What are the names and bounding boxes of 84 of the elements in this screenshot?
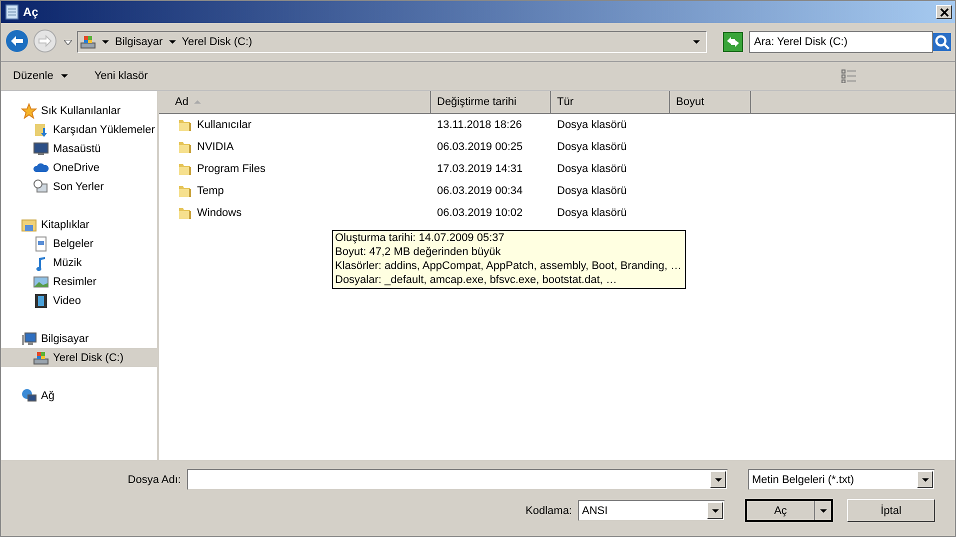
organize-menu[interactable]: Düzenle — [7, 68, 74, 84]
folder-icon — [177, 139, 193, 155]
notepad-icon — [4, 4, 20, 20]
monitor-icon — [33, 140, 49, 156]
sidebar-item[interactable]: Video — [1, 291, 157, 310]
sidebar-item[interactable]: OneDrive — [1, 158, 157, 177]
film-icon — [33, 292, 49, 308]
modified-date: 06.03.2019 00:25 — [437, 141, 523, 153]
file-name-field[interactable] — [187, 469, 728, 490]
file-name[interactable]: Kullanıcılar — [197, 119, 252, 131]
tooltip-line: Oluşturma tarihi: 14.07.2009 05:37 — [335, 231, 506, 245]
folder-icon — [177, 161, 193, 177]
encoding-label: Kodlama: — [526, 504, 572, 516]
file-type: Dosya klasörü — [557, 119, 627, 131]
clock-monitor-icon — [33, 178, 49, 194]
sidebar-item[interactable]: Ağ — [1, 386, 157, 405]
caret-icon — [714, 478, 722, 482]
download-folder-icon — [33, 122, 49, 138]
file-type: Dosya klasörü — [557, 141, 627, 153]
sidebar-item[interactable]: Masaüstü — [1, 139, 157, 158]
tooltip-line: Klasörler: addins, AppCompat, AppPatch, assembly, Boot, Branding, … — [335, 259, 682, 273]
computer-icon — [21, 330, 37, 346]
sidebar-item[interactable]: Müzik — [1, 253, 157, 272]
file-name[interactable]: Program Files — [197, 163, 266, 175]
tooltip-line: Boyut: 47,2 MB değerinden büyük — [335, 245, 502, 259]
drive-icon — [33, 350, 49, 366]
caret-icon — [168, 40, 176, 44]
search-field[interactable]: Ara: Yerel Disk (C:) — [749, 31, 933, 53]
window-title: Aç — [23, 5, 40, 19]
document-icon — [33, 236, 49, 252]
open-button[interactable]: Aç — [745, 499, 833, 522]
sort-arrow-icon — [194, 100, 202, 104]
column-header[interactable]: Tür — [551, 91, 670, 113]
new-folder-button[interactable]: Yeni klasör — [88, 68, 154, 84]
sidebar-item[interactable]: Resimler — [1, 272, 157, 291]
caret-icon — [61, 74, 68, 78]
breadcrumb-item[interactable]: Yerel Disk (C:) — [182, 36, 252, 48]
encoding-dropdown[interactable]: ANSI — [578, 500, 725, 521]
close-button[interactable] — [936, 5, 952, 19]
picture-icon — [33, 274, 49, 290]
sidebar-item[interactable]: Kitaplıklar — [1, 215, 157, 234]
sidebar-item[interactable]: Karşıdan Yüklemeler — [1, 120, 157, 139]
column-header[interactable]: Ad — [159, 91, 431, 113]
folder-icon — [177, 183, 193, 199]
caret-icon — [820, 508, 826, 512]
file-type: Dosya klasörü — [557, 185, 627, 197]
breadcrumb-item[interactable]: Bilgisayar — [115, 36, 163, 48]
caret-icon — [102, 40, 109, 44]
cancel-button[interactable]: İptal — [847, 499, 935, 522]
modified-date: 17.03.2019 14:31 — [437, 163, 523, 175]
view-options-icon[interactable] — [841, 69, 857, 83]
sidebar-item[interactable]: Son Yerler — [1, 177, 157, 196]
star-icon — [21, 102, 37, 118]
history-dropdown-icon[interactable] — [64, 40, 72, 44]
address-bar[interactable]: Bilgisayar Yerel Disk (C:) — [77, 31, 707, 53]
modified-date: 06.03.2019 00:34 — [437, 185, 523, 197]
folder-icon — [177, 205, 193, 221]
back-button[interactable] — [5, 29, 31, 55]
refresh-button[interactable] — [723, 32, 743, 52]
caret-icon — [693, 40, 700, 44]
file-name[interactable]: Windows — [197, 207, 242, 219]
file-type: Dosya klasörü — [557, 163, 627, 175]
file-name[interactable]: NVIDIA — [197, 141, 234, 153]
column-header[interactable]: Boyut — [670, 91, 751, 113]
close-icon — [940, 8, 948, 16]
folder-icon — [177, 117, 193, 133]
file-type-dropdown[interactable]: Metin Belgeleri (*.txt) — [748, 469, 935, 490]
modified-date: 06.03.2019 10:02 — [437, 207, 523, 219]
search-icon[interactable] — [933, 33, 951, 51]
file-name-label: Dosya Adı: — [128, 474, 181, 486]
modified-date: 13.11.2018 18:26 — [437, 119, 522, 131]
sidebar-item[interactable]: Sık Kullanılanlar — [1, 101, 157, 120]
sidebar-item[interactable]: Belgeler — [1, 234, 157, 253]
column-header[interactable]: Değiştirme tarihi — [431, 91, 551, 113]
drive-icon — [80, 34, 96, 50]
sidebar-item[interactable]: Yerel Disk (C:) — [1, 348, 157, 367]
globe-icon — [21, 388, 37, 404]
file-type: Dosya klasörü — [557, 207, 627, 219]
file-name[interactable]: Temp — [197, 185, 224, 197]
tooltip-line: Dosyalar: _default, amcap.exe, bfsvc.exe, bootstat.dat, … — [335, 273, 618, 287]
caret-icon — [922, 478, 928, 482]
caret-icon — [712, 508, 718, 512]
library-folder-icon — [21, 216, 37, 232]
sidebar-item[interactable]: Bilgisayar — [1, 329, 157, 348]
